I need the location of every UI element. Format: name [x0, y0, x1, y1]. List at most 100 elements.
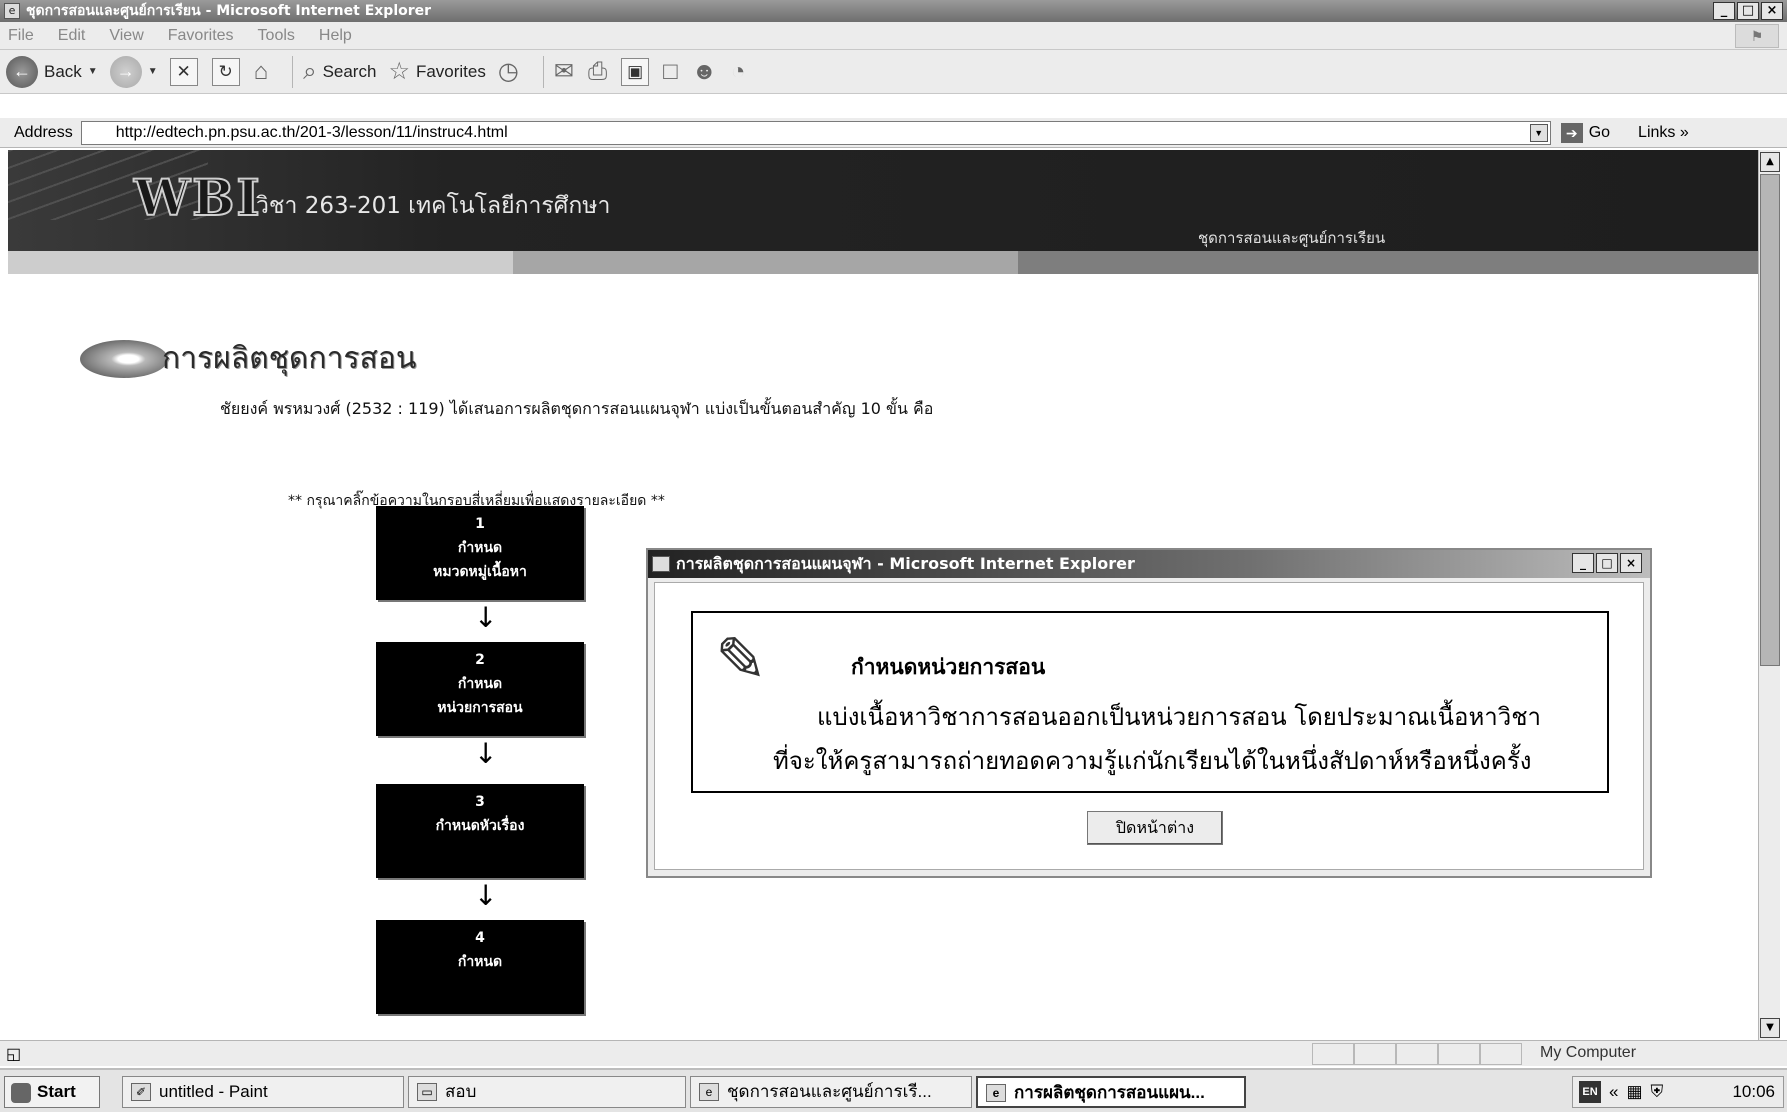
- messenger-icon[interactable]: ☻: [692, 58, 717, 86]
- banner-stripe: [8, 251, 1758, 274]
- security-zone: My Computer: [1540, 1044, 1637, 1061]
- close-button[interactable]: ×: [1761, 2, 1783, 20]
- step-number: 2: [475, 652, 485, 668]
- paint-icon: ✐: [131, 1083, 151, 1101]
- links-button[interactable]: Links »: [1638, 124, 1689, 142]
- forward-dropdown-icon[interactable]: ▼: [148, 66, 158, 77]
- back-label: Back: [44, 61, 82, 81]
- home-icon[interactable]: ⌂: [254, 58, 269, 86]
- task-paint[interactable]: ✐ untitled - Paint: [122, 1076, 404, 1108]
- menu-help[interactable]: Help: [319, 27, 352, 45]
- mail-icon[interactable]: ✉: [554, 57, 574, 86]
- chat-bubble-icon[interactable]: ◔: [731, 58, 746, 86]
- step-box-4[interactable]: 4 กำหนด: [376, 920, 584, 1014]
- menu-bar: File Edit View Favorites Tools Help ⚑: [0, 22, 1787, 50]
- edit-icon[interactable]: ▣: [621, 57, 650, 86]
- menu-edit[interactable]: Edit: [58, 27, 86, 45]
- task-ie-main[interactable]: e ชุดการสอนและศูนย์การเรี...: [690, 1076, 972, 1108]
- popup-window: การผลิตชุดการสอนแผนจุฬา - Microsoft Inte…: [646, 548, 1652, 878]
- address-input[interactable]: http://edtech.pn.psu.ac.th/201-3/lesson/…: [80, 120, 1551, 145]
- close-window-button[interactable]: ปิดหน้าต่าง: [1087, 811, 1223, 845]
- step-box-2[interactable]: 2 กำหนด หน่วยการสอน: [376, 642, 584, 736]
- start-button[interactable]: Start: [4, 1076, 100, 1108]
- menu-view[interactable]: View: [109, 27, 143, 45]
- detail-title: กำหนดหน่วยการสอน: [851, 654, 1046, 679]
- ie-icon: [652, 556, 670, 572]
- step-number: 4: [475, 930, 485, 946]
- scroll-thumb[interactable]: [1760, 174, 1780, 666]
- window-title: ชุดการสอนและศูนย์การเรียน - Microsoft In…: [26, 3, 432, 19]
- menu-tools[interactable]: Tools: [258, 27, 295, 45]
- system-tray: EN « ▦ ⛨ 10:06: [1572, 1076, 1784, 1108]
- start-label: Start: [37, 1082, 76, 1101]
- heading-text: การผลิตชุดการสอน: [162, 341, 417, 376]
- scroll-up-icon[interactable]: ▲: [1760, 152, 1780, 172]
- disc-icon: [80, 339, 168, 378]
- folder-icon: ▭: [417, 1083, 437, 1101]
- language-indicator[interactable]: EN: [1579, 1081, 1601, 1103]
- forward-button[interactable]: → ▼: [109, 55, 158, 88]
- step-box-1[interactable]: 1 กำหนด หมวดหมู่เนื้อหา: [376, 506, 584, 600]
- toolbar-separator: [292, 55, 294, 88]
- back-button[interactable]: ← Back ▼: [6, 55, 98, 88]
- print-icon[interactable]: ⎙: [588, 58, 607, 86]
- page-heading: การผลิตชุดการสอน: [80, 335, 416, 382]
- detail-line-2: ที่จะให้ครูสามารถถ่ายทอดความรู้แก่นักเรี…: [773, 747, 1532, 775]
- status-bar: ◱ My Computer: [0, 1040, 1787, 1066]
- wbi-logo: WBI: [133, 167, 262, 228]
- maximize-button[interactable]: □: [1737, 2, 1759, 20]
- step-line1: กำหนด: [457, 676, 503, 692]
- step-number: 1: [475, 516, 485, 532]
- search-icon: ⌕: [303, 57, 317, 85]
- stop-icon[interactable]: ✕: [169, 57, 198, 86]
- taskbar: Start ✐ untitled - Paint ▭ สอบ e ชุดการส…: [0, 1068, 1787, 1112]
- menu-file[interactable]: File: [8, 27, 34, 45]
- back-arrow-icon: ←: [6, 55, 38, 88]
- vertical-scrollbar[interactable]: ▲ ▼: [1758, 150, 1780, 1040]
- menu-favorites[interactable]: Favorites: [168, 27, 234, 45]
- popup-body: ✎ กำหนดหน่วยการสอน แบ่งเนื้อหาวิชาการสอน…: [654, 582, 1644, 870]
- book-pen-icon: ✎: [715, 623, 767, 696]
- down-arrow-icon: ↓: [474, 879, 498, 912]
- minimize-button[interactable]: _: [1713, 2, 1735, 20]
- ie-icon: e: [986, 1084, 1006, 1102]
- page-icon: ◱: [6, 1046, 22, 1063]
- detail-line-1: แบ่งเนื้อหาวิชาการสอนออกเป็นหน่วยการสอน …: [817, 703, 1541, 731]
- task-label: การผลิตชุดการสอนแผน...: [1014, 1083, 1205, 1102]
- windows-logo-icon: ⚑: [1735, 24, 1779, 48]
- popup-maximize-button[interactable]: □: [1596, 553, 1618, 573]
- step-line1: กำหนด: [457, 540, 503, 556]
- search-label: Search: [322, 61, 377, 81]
- tray-expand-icon[interactable]: «: [1609, 1082, 1618, 1102]
- status-cells: [1312, 1043, 1522, 1065]
- history-icon[interactable]: ◷: [498, 57, 519, 86]
- task-folder[interactable]: ▭ สอบ: [408, 1076, 686, 1108]
- step-box-3[interactable]: 3 กำหนดหัวเรื่อง: [376, 784, 584, 878]
- address-bar: Address http://edtech.pn.psu.ac.th/201-3…: [0, 118, 1787, 148]
- refresh-icon[interactable]: ↻: [211, 57, 240, 86]
- popup-title: การผลิตชุดการสอนแผนจุฬา - Microsoft Inte…: [676, 553, 1135, 573]
- task-label: ชุดการสอนและศูนย์การเรี...: [727, 1082, 932, 1101]
- favorites-label: Favorites: [415, 61, 486, 81]
- back-dropdown-icon[interactable]: ▼: [88, 66, 98, 77]
- task-ie-popup[interactable]: e การผลิตชุดการสอนแผน...: [976, 1076, 1246, 1108]
- go-label: Go: [1588, 123, 1611, 141]
- network-icon[interactable]: ▦: [1626, 1082, 1642, 1102]
- favorites-button[interactable]: ☆ Favorites: [388, 57, 485, 86]
- go-button[interactable]: ➔ Go: [1560, 122, 1611, 143]
- site-banner: WBI วิชา 263-201 เทคโนโลยีการศึกษา ชุดกา…: [8, 150, 1758, 251]
- discuss-icon[interactable]: □: [663, 58, 678, 86]
- search-button[interactable]: ⌕ Search: [303, 58, 376, 86]
- star-icon: ☆: [388, 58, 410, 85]
- scroll-down-icon[interactable]: ▼: [1760, 1018, 1780, 1038]
- address-url: http://edtech.pn.psu.ac.th/201-3/lesson/…: [115, 123, 508, 141]
- popup-titlebar: การผลิตชุดการสอนแผนจุฬา - Microsoft Inte…: [648, 550, 1650, 578]
- forward-arrow-icon: →: [109, 55, 142, 88]
- windows-logo-icon: [11, 1083, 31, 1103]
- popup-close-button[interactable]: ×: [1620, 553, 1642, 573]
- shield-icon[interactable]: ⛨: [1651, 1082, 1664, 1102]
- down-arrow-icon: ↓: [474, 601, 498, 634]
- popup-minimize-button[interactable]: _: [1572, 553, 1594, 573]
- address-dropdown-icon[interactable]: ▼: [1529, 123, 1548, 142]
- standard-toolbar: ← Back ▼ → ▼ ✕ ↻ ⌂ ⌕ Search ☆ Favorites …: [0, 50, 1787, 94]
